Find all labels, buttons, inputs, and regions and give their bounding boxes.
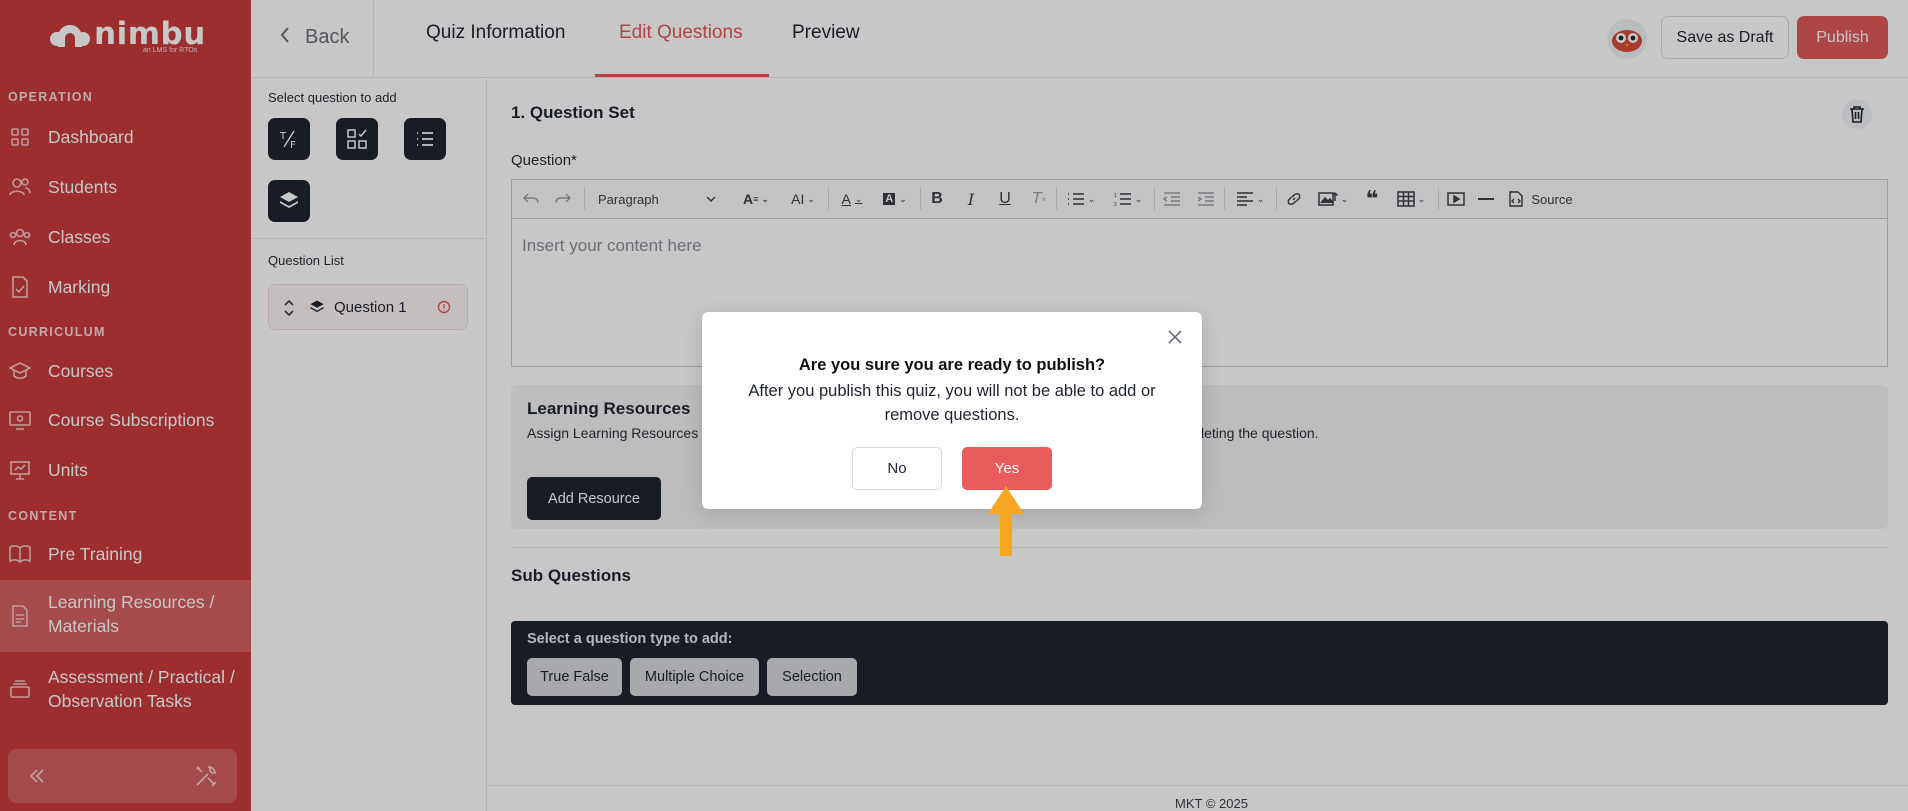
publish-confirm-dialog: Are you sure you are ready to publish? A… bbox=[702, 312, 1202, 509]
dialog-title: Are you sure you are ready to publish? bbox=[798, 356, 1106, 374]
no-button[interactable]: No bbox=[852, 447, 942, 490]
dialog-message: After you publish this quiz, you will no… bbox=[748, 382, 1156, 424]
close-icon[interactable] bbox=[1165, 327, 1185, 347]
pointer-arrow-icon bbox=[988, 486, 1024, 556]
